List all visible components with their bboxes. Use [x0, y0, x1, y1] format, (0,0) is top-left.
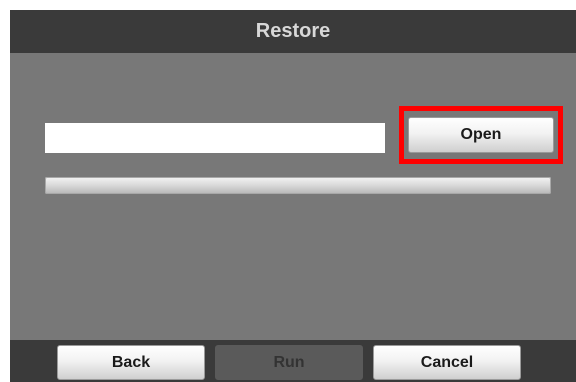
open-button[interactable]: Open	[408, 117, 554, 153]
top-strip	[0, 0, 576, 10]
restore-dialog: Restore Open Back Run Cancel	[10, 10, 576, 382]
restore-progress-bar	[45, 177, 551, 194]
dialog-content: Open	[10, 53, 576, 340]
run-button[interactable]: Run	[215, 345, 363, 380]
file-path-input[interactable]	[45, 123, 385, 153]
cancel-button[interactable]: Cancel	[373, 345, 521, 380]
button-bar: Back Run Cancel	[10, 340, 576, 382]
back-button[interactable]: Back	[57, 345, 205, 380]
dialog-title: Restore	[10, 10, 576, 53]
